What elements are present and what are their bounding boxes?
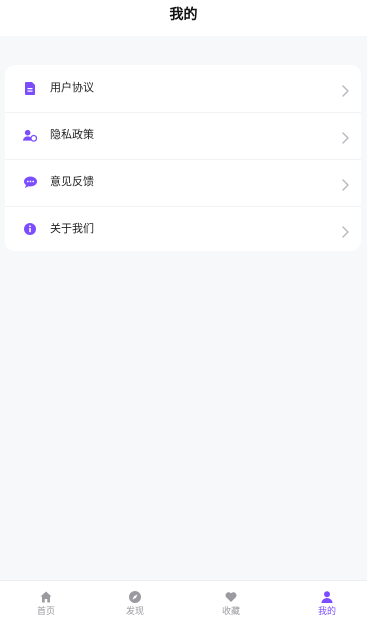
chevron-right-icon	[340, 176, 350, 191]
menu-card: 用户协议 隐私政策 意见反馈 关于我们	[5, 65, 361, 251]
chevron-right-icon	[340, 82, 350, 97]
document-icon	[23, 81, 37, 95]
compass-icon	[129, 588, 141, 603]
home-icon	[40, 588, 52, 603]
tab-home[interactable]: 首页	[0, 581, 92, 632]
menu-item-privacy-policy[interactable]: 隐私政策	[5, 112, 361, 159]
tab-favorites[interactable]: 收藏	[185, 581, 277, 632]
menu-item-label: 意见反馈	[50, 175, 94, 188]
menu-item-label: 用户协议	[50, 81, 94, 94]
chevron-right-icon	[340, 129, 350, 144]
profile-page: 我的 用户协议 隐私政策 意见反馈 关于我们 首页 发现 收藏 我的	[0, 0, 367, 632]
heart-icon	[225, 588, 237, 602]
menu-item-label: 隐私政策	[50, 128, 94, 141]
menu-item-label: 关于我们	[50, 222, 94, 235]
tab-profile[interactable]: 我的	[281, 581, 367, 632]
tab-label: 收藏	[221, 607, 240, 617]
chevron-right-icon	[340, 223, 350, 238]
header: 我的	[0, 0, 367, 36]
menu-item-user-agreement[interactable]: 用户协议	[5, 65, 361, 112]
menu-item-about-us[interactable]: 关于我们	[5, 206, 361, 253]
user-icon	[321, 588, 333, 603]
tab-label: 首页	[36, 607, 55, 617]
page-title: 我的	[169, 7, 198, 23]
tab-discover[interactable]: 发现	[89, 581, 181, 632]
menu-item-feedback[interactable]: 意见反馈	[5, 159, 361, 206]
user-shield-icon	[23, 128, 37, 142]
bottom-tab-bar: 首页 发现 收藏 我的	[0, 580, 367, 632]
info-icon	[23, 222, 37, 236]
chat-bubble-icon	[23, 175, 37, 189]
tab-label: 我的	[317, 607, 336, 617]
tab-label: 发现	[125, 607, 144, 617]
